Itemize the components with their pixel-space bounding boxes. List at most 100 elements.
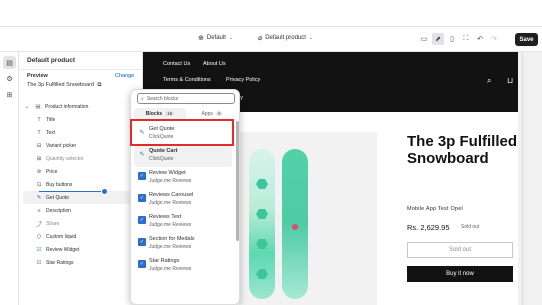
cart-icon[interactable]: ⊔: [507, 76, 513, 85]
fullscreen-icon[interactable]: ⛶: [460, 33, 472, 45]
nav-link-terms[interactable]: Terms & Conditions: [163, 77, 211, 83]
hexagon-graphic: [256, 269, 268, 279]
tab-count: 16: [165, 111, 175, 116]
preview-scrollbar[interactable]: [521, 52, 524, 305]
app-block-icon: ☑: [36, 259, 42, 266]
block-source: Judge.me Reviews: [149, 200, 192, 206]
tree-item-label: Star Ratings: [46, 259, 74, 266]
tree-item-description[interactable]: ≡ Description: [23, 204, 141, 217]
popover-scrollbar[interactable]: [236, 121, 239, 241]
nav-link-about[interactable]: About Us: [203, 61, 226, 67]
mobile-view-icon[interactable]: ▯: [446, 33, 458, 45]
sections-icon[interactable]: ▤: [3, 56, 16, 69]
search-placeholder: Search blocks: [146, 95, 179, 102]
tree-item-label: Variant picker: [46, 142, 77, 149]
block-source: ClickQuote: [149, 156, 174, 162]
snowboard-image-front: [249, 149, 275, 299]
block-source: Judge.me Reviews: [149, 266, 192, 272]
tree-item-review-widget[interactable]: ☑ Review Widget: [23, 243, 141, 256]
drop-indicator-handle[interactable]: [101, 188, 108, 195]
tree-item-get-quote[interactable]: ✎ Get Quote: [23, 191, 141, 204]
tree-item-label: Share: [46, 220, 60, 227]
block-search-input[interactable]: ⌕ Search blocks: [137, 93, 235, 104]
tab-blocks[interactable]: Blocks 16: [134, 108, 186, 119]
section-icon: ▤: [35, 103, 41, 110]
nav-link-contact[interactable]: Contact Us: [163, 61, 190, 67]
chevron-down-icon: ⌄: [308, 35, 314, 41]
tree-item-label: Review Widget: [46, 246, 80, 253]
tree-item-text[interactable]: T Text: [23, 126, 141, 139]
popover-tabs: Blocks 16 Apps 9: [134, 108, 238, 119]
search-icon: ⌕: [141, 95, 144, 102]
chevron-down-icon: ⌄: [228, 35, 234, 41]
inspector-icon[interactable]: ⬈: [432, 33, 444, 45]
tab-apps[interactable]: Apps 9: [186, 108, 238, 119]
hexagon-graphic: [256, 179, 268, 189]
app-block-icon: ✎: [36, 194, 42, 201]
sold-out-badge: Sold out: [461, 224, 480, 230]
sections-sidebar: Default product Preview Change The 3p Fu…: [19, 52, 143, 305]
tree-item-label: Description: [46, 207, 72, 214]
text-icon: T: [37, 129, 41, 136]
save-button[interactable]: Save: [515, 33, 538, 46]
block-source: Judge.me Reviews: [149, 244, 192, 250]
price-icon: ⊛: [36, 168, 42, 175]
tree-item-label: Product information: [45, 103, 89, 110]
product-title: The 3p Fulfilled Snowboard: [407, 133, 518, 167]
product-price: Rs. 2,629.95: [407, 223, 450, 232]
template-select[interactable]: ⌀ Default product ⌄: [258, 34, 313, 42]
tree-item-share[interactable]: ⤴ Share ⊘: [23, 217, 141, 230]
undo-icon[interactable]: ↶: [474, 33, 486, 45]
logo-dot: [292, 224, 298, 230]
tree-item-custom-liquid[interactable]: ⟨⟩ Custom liquid: [23, 230, 141, 243]
tree-item-label: Get Quote: [46, 194, 70, 201]
tab-label: Blocks: [145, 110, 163, 117]
tree-item-star-ratings[interactable]: ☑ Star Ratings: [23, 256, 141, 269]
judgeme-icon: ✓: [138, 238, 146, 246]
tree-item-product-information[interactable]: ⌄ ▤ Product information: [23, 100, 141, 113]
quantity-icon: ⊞: [36, 155, 42, 162]
block-option-reviews-text[interactable]: ✓ Reviews Text Judge.me Reviews: [134, 212, 232, 233]
apps-icon[interactable]: ⊞: [3, 88, 16, 101]
block-name: Quote Cart: [149, 148, 178, 154]
tree-item-price[interactable]: ⊛ Price: [23, 165, 141, 178]
tree-item-quantity-selector[interactable]: ⊞ Quantity selector ⊘: [23, 152, 141, 165]
tree-item-title[interactable]: T Title: [23, 113, 141, 126]
tree-item-label: Price: [46, 168, 58, 175]
desktop-view-icon[interactable]: ▭: [418, 33, 430, 45]
search-icon[interactable]: ⌕: [487, 76, 491, 86]
tree-item-buy-buttons[interactable]: ⊡ Buy buttons: [23, 178, 141, 191]
tree-item-label: Title: [46, 116, 56, 123]
globe-icon: ⊕: [198, 35, 204, 42]
buy-now-button[interactable]: Buy it now: [407, 266, 513, 282]
text-icon: ≡: [37, 207, 41, 214]
nav-link-privacy[interactable]: Privacy Policy: [226, 77, 260, 83]
block-option-section-for-medals[interactable]: ✓ Section for Medals Judge.me Reviews: [134, 234, 232, 255]
redo-icon[interactable]: ↷: [488, 33, 500, 45]
theme-select[interactable]: ⊕ Default ⌄: [198, 34, 233, 42]
block-option-star-ratings[interactable]: ✓ Star Ratings Judge.me Reviews: [134, 256, 232, 277]
sold-out-button[interactable]: Sold out: [407, 242, 513, 258]
preview-product-name: The 3p Fulfilled Snowboard: [27, 82, 94, 88]
preview-product: The 3p Fulfilled Snowboard ⧉: [27, 82, 101, 89]
block-name: Reviews Text: [149, 214, 182, 220]
tab-label: Apps: [201, 110, 213, 117]
external-link-icon[interactable]: ⧉: [98, 82, 102, 88]
tree-item-variant-picker[interactable]: ⊟ Variant picker: [23, 139, 141, 152]
settings-icon[interactable]: ⚙: [3, 72, 16, 85]
chevron-down-icon[interactable]: ⌄: [23, 104, 31, 110]
tree-item-label: Quantity selector: [46, 155, 84, 162]
block-name: Reviews Carousel: [149, 192, 194, 198]
block-name: Star Ratings: [149, 258, 180, 264]
text-icon: T: [37, 116, 41, 123]
tree-item-label: Text: [46, 129, 56, 136]
highlight-annotation: [130, 119, 234, 146]
block-option-review-widget[interactable]: ✓ Review Widget Judge.me Reviews: [134, 168, 232, 189]
block-option-reviews-carousel[interactable]: ✓ Reviews Carousel Judge.me Reviews: [134, 190, 232, 211]
block-source: Judge.me Reviews: [149, 222, 192, 228]
block-name: Review Widget: [149, 170, 186, 176]
block-option-quote-cart[interactable]: ✎ Quote Cart ClickQuote: [134, 146, 232, 167]
change-link[interactable]: Change: [115, 73, 134, 79]
judgeme-icon: ✓: [138, 194, 146, 202]
product-image[interactable]: [239, 132, 377, 305]
